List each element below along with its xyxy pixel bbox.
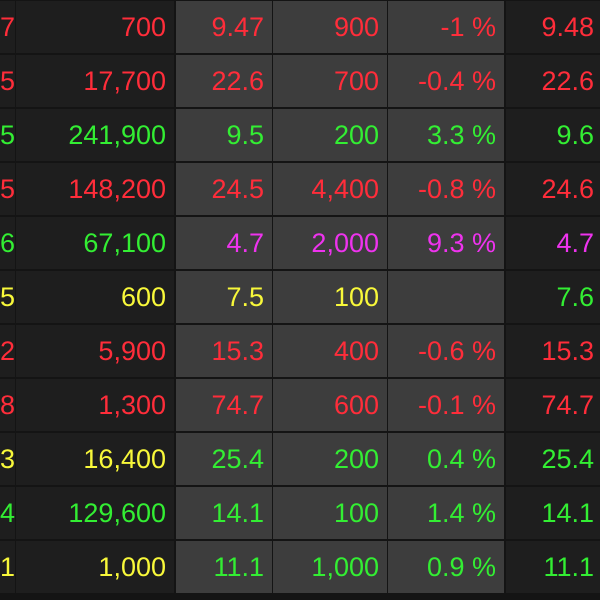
change-pct-cell: 9.3 % [388, 217, 504, 269]
price-cell: 25.4 [176, 433, 272, 485]
last-price-cell: 22.6 [506, 55, 600, 107]
volume-cell: 700 [16, 1, 174, 53]
last-price-cell: 74.7 [506, 379, 600, 431]
last-price-cell: 7.6 [506, 271, 600, 323]
quantity-cell: 400 [273, 325, 387, 377]
quote-row[interactable]: 5 600 7.5 100 7.6 [0, 270, 600, 324]
price-cell: 7.5 [176, 271, 272, 323]
last-price-cell: 15.3 [506, 325, 600, 377]
quantity-cell: 700 [273, 55, 387, 107]
quantity-cell: 2,000 [273, 217, 387, 269]
price-cell: 14.1 [176, 487, 272, 539]
volume-cell: 600 [16, 271, 174, 323]
stock-code-cell: 3 [0, 433, 15, 485]
volume-cell: 17,700 [16, 55, 174, 107]
volume-cell: 5,900 [16, 325, 174, 377]
quantity-cell: 200 [273, 109, 387, 161]
quote-row[interactable]: 6 67,100 4.7 2,000 9.3 % 4.7 [0, 216, 600, 270]
quote-row[interactable]: 8 1,300 74.7 600 -0.1 % 74.7 [0, 378, 600, 432]
change-pct-cell: -0.6 % [388, 325, 504, 377]
stock-code-cell: 8 [0, 379, 15, 431]
change-pct-cell: 0.4 % [388, 433, 504, 485]
stock-code-cell: 5 [0, 163, 15, 215]
volume-cell: 16,400 [16, 433, 174, 485]
quote-row[interactable]: 1 1,000 11.1 1,000 0.9 % 11.1 [0, 540, 600, 594]
change-pct-cell: -1 % [388, 1, 504, 53]
stock-code-cell: 4 [0, 487, 15, 539]
quantity-cell: 900 [273, 1, 387, 53]
change-pct-cell: -0.1 % [388, 379, 504, 431]
price-cell: 4.7 [176, 217, 272, 269]
last-price-cell: 9.48 [506, 1, 600, 53]
quantity-cell: 100 [273, 487, 387, 539]
last-price-cell: 9.6 [506, 109, 600, 161]
stock-code-cell: 1 [0, 541, 15, 593]
price-cell: 74.7 [176, 379, 272, 431]
change-pct-cell: 0.9 % [388, 541, 504, 593]
price-cell: 24.5 [176, 163, 272, 215]
quantity-cell: 100 [273, 271, 387, 323]
last-price-cell: 25.4 [506, 433, 600, 485]
stock-code-cell: 2 [0, 325, 15, 377]
last-price-cell: 14.1 [506, 487, 600, 539]
stock-code-cell: 6 [0, 217, 15, 269]
stock-quote-board: 7 700 9.47 900 -1 % 9.48 5 17,700 22.6 700 -0.4 % 2… [0, 0, 600, 600]
change-pct-cell [388, 271, 504, 323]
change-pct-cell: -0.8 % [388, 163, 504, 215]
price-cell: 15.3 [176, 325, 272, 377]
quantity-cell: 600 [273, 379, 387, 431]
volume-cell: 241,900 [16, 109, 174, 161]
last-price-cell: 4.7 [506, 217, 600, 269]
change-pct-cell: 1.4 % [388, 487, 504, 539]
volume-cell: 1,000 [16, 541, 174, 593]
change-pct-cell: -0.4 % [388, 55, 504, 107]
stock-code-cell: 5 [0, 55, 15, 107]
stock-code-cell: 7 [0, 1, 15, 53]
price-cell: 11.1 [176, 541, 272, 593]
price-cell: 9.5 [176, 109, 272, 161]
volume-cell: 148,200 [16, 163, 174, 215]
last-price-cell: 24.6 [506, 163, 600, 215]
quote-row[interactable]: 5 241,900 9.5 200 3.3 % 9.6 [0, 108, 600, 162]
volume-cell: 1,300 [16, 379, 174, 431]
quote-row[interactable]: 2 5,900 15.3 400 -0.6 % 15.3 [0, 324, 600, 378]
quote-row[interactable]: 5 17,700 22.6 700 -0.4 % 22.6 [0, 54, 600, 108]
quantity-cell: 4,400 [273, 163, 387, 215]
stock-code-cell: 5 [0, 109, 15, 161]
volume-cell: 67,100 [16, 217, 174, 269]
quantity-cell: 1,000 [273, 541, 387, 593]
last-price-cell: 11.1 [506, 541, 600, 593]
quote-row[interactable]: 7 700 9.47 900 -1 % 9.48 [0, 0, 600, 54]
price-cell: 22.6 [176, 55, 272, 107]
quote-row[interactable]: 5 148,200 24.5 4,400 -0.8 % 24.6 [0, 162, 600, 216]
quote-row[interactable]: 4 129,600 14.1 100 1.4 % 14.1 [0, 486, 600, 540]
stock-code-cell: 5 [0, 271, 15, 323]
price-cell: 9.47 [176, 1, 272, 53]
quote-row[interactable]: 3 16,400 25.4 200 0.4 % 25.4 [0, 432, 600, 486]
volume-cell: 129,600 [16, 487, 174, 539]
quantity-cell: 200 [273, 433, 387, 485]
change-pct-cell: 3.3 % [388, 109, 504, 161]
